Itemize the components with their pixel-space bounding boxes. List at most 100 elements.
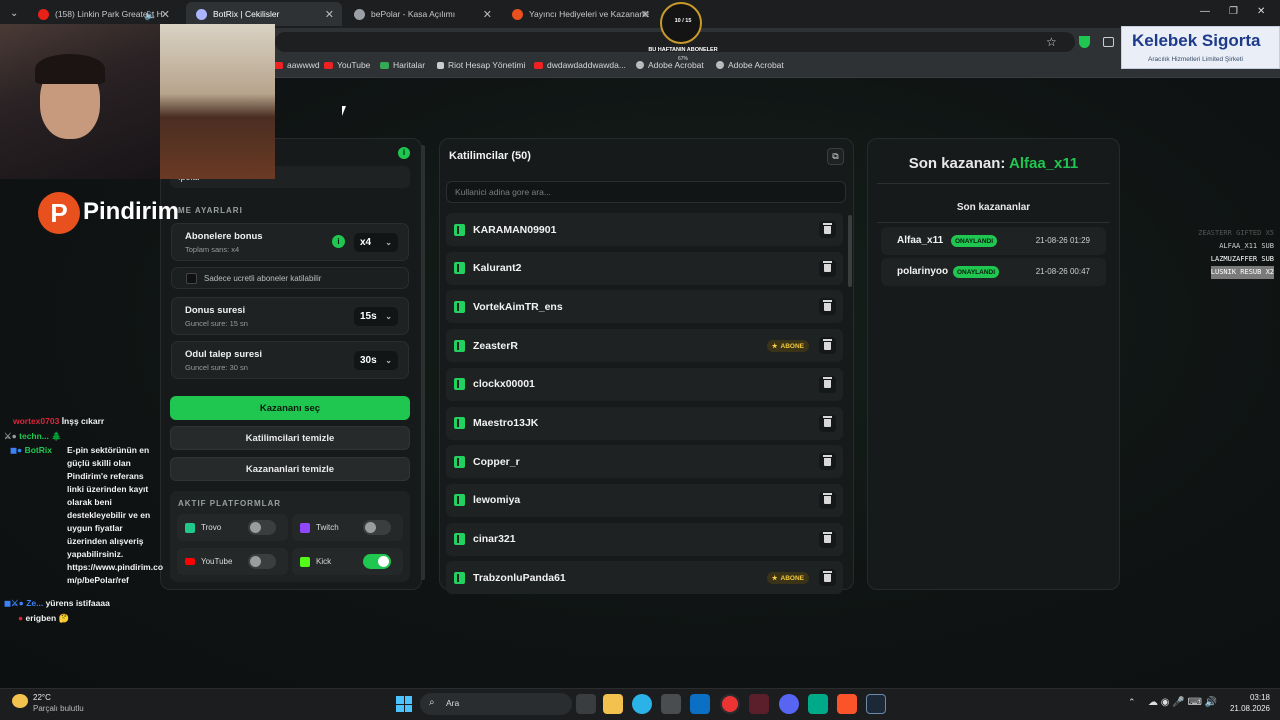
setting-title: Donus suresi bbox=[185, 305, 246, 316]
file-explorer-icon[interactable] bbox=[603, 694, 623, 714]
delete-participant-button[interactable] bbox=[819, 375, 836, 393]
clock-time: 03:18 bbox=[1249, 693, 1270, 702]
bookmark-star-icon[interactable]: ☆ bbox=[1046, 35, 1057, 49]
setting-sub: Toplam sans: x4 bbox=[185, 245, 240, 254]
chat-message: ⚔● techn... 🌲 bbox=[4, 430, 62, 443]
donus-setting: Donus suresi Guncel sure: 15 sn 15s ⌄ bbox=[171, 297, 409, 335]
bookmark-youtube[interactable]: YouTube bbox=[324, 60, 370, 70]
donus-select[interactable]: 15s ⌄ bbox=[354, 307, 398, 326]
participant-name: lewomiya bbox=[473, 494, 521, 507]
delete-participant-button[interactable] bbox=[819, 569, 836, 587]
twitch-icon bbox=[300, 522, 310, 533]
minimize-icon[interactable]: — bbox=[1200, 6, 1210, 17]
trovo-toggle[interactable] bbox=[248, 520, 276, 535]
star-icon: ★ bbox=[771, 575, 778, 583]
outlook-icon[interactable] bbox=[690, 694, 710, 714]
bookmark-haritalar[interactable]: Haritalar bbox=[380, 60, 425, 70]
bookmark-aawwwd[interactable]: aawwwd bbox=[274, 60, 320, 70]
info-icon[interactable]: i bbox=[332, 235, 345, 248]
platform-twitch: Twitch bbox=[292, 514, 403, 541]
event-item: ALFAA_X11 SUB bbox=[1219, 242, 1274, 250]
steam-icon[interactable] bbox=[866, 694, 886, 714]
tab-youtube[interactable]: (158) Linkin Park Greatest H 🔈 ✕ bbox=[28, 2, 178, 26]
chrome-icon[interactable] bbox=[720, 694, 740, 714]
bookmark-label: Haritalar bbox=[393, 60, 426, 70]
clear-participants-button[interactable]: Katilimcilari temizle bbox=[170, 426, 410, 450]
participants-scrollbar[interactable] bbox=[848, 215, 852, 287]
odul-setting: Odul talep suresi Guncel sure: 30 sn 30s… bbox=[171, 341, 409, 379]
bonus-select[interactable]: x4 ⌄ bbox=[354, 233, 398, 252]
participant-row: cinar321 bbox=[446, 522, 843, 556]
platform-youtube: YouTube bbox=[177, 548, 288, 575]
participant-search-input[interactable]: Kullanici adina gore ara... bbox=[446, 181, 846, 203]
odul-select[interactable]: 30s ⌄ bbox=[354, 351, 398, 370]
tab-bepolar[interactable]: bePolar - Kasa Açılımı ✕ bbox=[344, 2, 500, 26]
chat-text: İnşş cıkarr bbox=[61, 416, 105, 426]
extensions-icon[interactable] bbox=[1103, 37, 1114, 47]
participant-row: ZeasterR ★ ABONE bbox=[446, 329, 843, 363]
kick-icon bbox=[454, 571, 465, 584]
pindirim-wordmark: Pindirim bbox=[83, 198, 180, 225]
chat-text: 🤔 bbox=[58, 613, 70, 623]
close-icon[interactable]: ✕ bbox=[325, 8, 334, 21]
info-icon[interactable]: i bbox=[398, 147, 410, 159]
paid-only-checkbox[interactable] bbox=[186, 273, 197, 284]
delete-participant-button[interactable] bbox=[819, 453, 836, 471]
participant-name: KARAMAN09901 bbox=[473, 223, 557, 236]
delete-participant-button[interactable] bbox=[819, 298, 836, 316]
close-icon[interactable]: ✕ bbox=[641, 8, 650, 21]
tray-icons[interactable]: ☁ ◉ 🎤 ⌨ 🔊 bbox=[1148, 697, 1217, 708]
maximize-icon[interactable]: ❐ bbox=[1229, 6, 1238, 17]
badge-icons: ◼⚔● bbox=[4, 598, 24, 608]
delete-participant-button[interactable] bbox=[819, 414, 836, 432]
weather-icon[interactable] bbox=[12, 694, 28, 708]
kick-icon bbox=[454, 494, 465, 507]
discord-icon[interactable] bbox=[779, 694, 799, 714]
close-icon[interactable]: ✕ bbox=[483, 8, 492, 21]
tab-yayinci[interactable]: Yayıncı Hediyeleri ve Kazananlar ✕ bbox=[502, 2, 658, 26]
webcam-right bbox=[160, 24, 275, 179]
last-winner-label: Son kazanan: bbox=[908, 155, 1006, 172]
webcam-left bbox=[0, 24, 160, 179]
app-icon[interactable] bbox=[808, 694, 828, 714]
tab-list-chevron-icon[interactable]: ⌄ bbox=[10, 8, 18, 19]
taskbar-search-input[interactable]: Ara bbox=[420, 693, 572, 715]
edge-icon[interactable] bbox=[632, 694, 652, 714]
bookmark-label: Adobe Acrobat bbox=[728, 60, 784, 70]
setting-title: Odul talep suresi bbox=[185, 349, 263, 360]
delete-participant-button[interactable] bbox=[819, 530, 836, 548]
tab-botrix[interactable]: BotRix | Cekilisler ✕ bbox=[186, 2, 342, 26]
copy-icon[interactable]: ⧉ bbox=[827, 148, 844, 165]
participant-row: lewomiya bbox=[446, 483, 843, 517]
sub-goal-label: BU HAFTANIN ABONELER bbox=[648, 47, 718, 53]
clear-winners-button[interactable]: Kazananlari temizle bbox=[170, 457, 410, 481]
windows-start-icon[interactable] bbox=[396, 696, 412, 712]
tray-chevron-icon[interactable]: ⌃ bbox=[1128, 697, 1136, 708]
pick-winner-button[interactable]: Kazananı seç bbox=[170, 396, 410, 420]
kick-toggle[interactable] bbox=[363, 554, 391, 569]
task-view-icon[interactable] bbox=[576, 694, 596, 714]
delete-participant-button[interactable] bbox=[819, 221, 836, 238]
kick-icon bbox=[454, 417, 465, 429]
paid-only-setting[interactable]: Sadece ucretli aboneler katilabilir bbox=[171, 267, 409, 289]
speaker-icon[interactable]: 🔈 bbox=[144, 8, 158, 21]
delete-participant-button[interactable] bbox=[819, 337, 836, 355]
store-icon[interactable] bbox=[661, 694, 681, 714]
youtube-toggle[interactable] bbox=[248, 554, 276, 569]
settings-scrollbar[interactable] bbox=[421, 145, 425, 580]
twitch-toggle[interactable] bbox=[363, 520, 391, 535]
trash-icon bbox=[823, 377, 832, 389]
delete-participant-button[interactable] bbox=[819, 259, 836, 277]
winner-row: polarinyoo ONAYLANDI 21-08-26 00:47 bbox=[881, 258, 1106, 286]
bookmark-riot[interactable]: Riot Hesap Yönetimi bbox=[437, 60, 525, 70]
chevron-down-icon: ⌄ bbox=[385, 238, 392, 247]
window-close-icon[interactable]: ✕ bbox=[1257, 6, 1265, 17]
delete-participant-button[interactable] bbox=[819, 491, 836, 509]
brave-icon[interactable] bbox=[837, 694, 857, 714]
shield-icon[interactable] bbox=[1079, 36, 1090, 48]
sponsor-sub: Aracılık Hizmetleri Limited Şirketi bbox=[1148, 56, 1243, 63]
platforms-title: AKTIF PLATFORMLAR bbox=[178, 499, 282, 508]
app-icon[interactable] bbox=[749, 694, 769, 714]
close-icon[interactable]: ✕ bbox=[161, 8, 170, 21]
bookmark-dwd[interactable]: dwdawdaddwawda... bbox=[534, 60, 626, 70]
